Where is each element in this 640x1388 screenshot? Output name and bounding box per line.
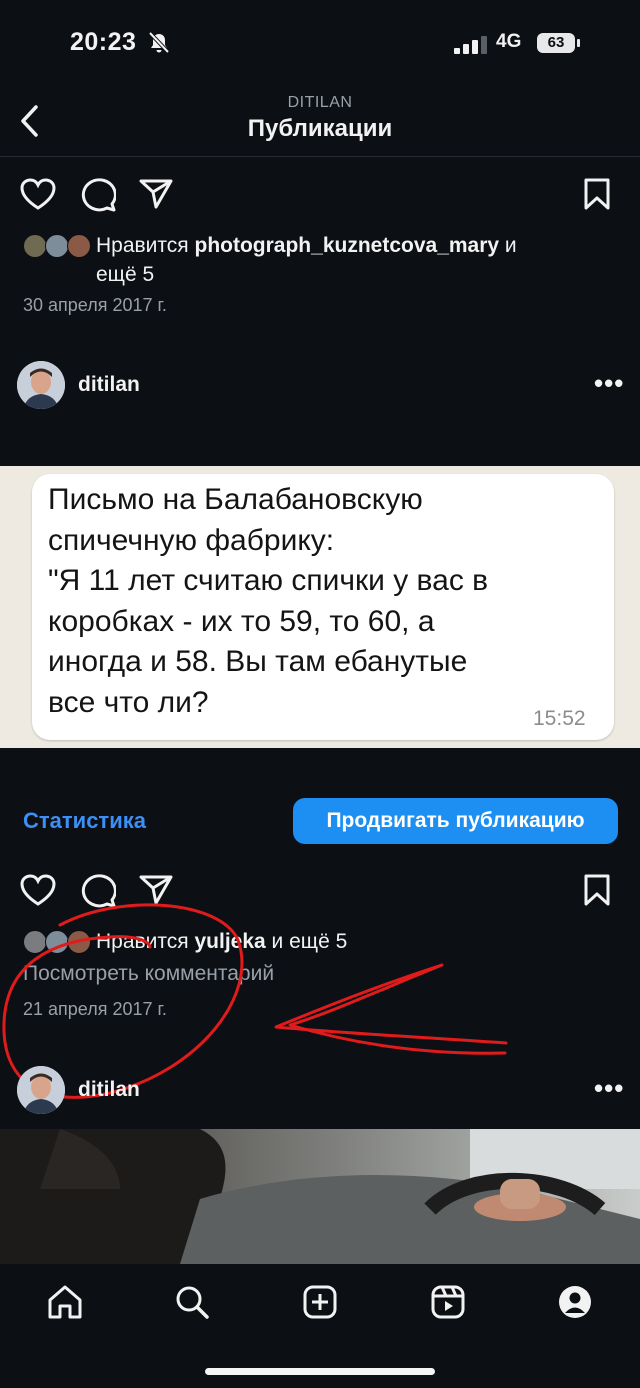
chat-message-time: 15:52 xyxy=(533,707,586,730)
red-annotation-circle-arrow xyxy=(2,903,508,1099)
status-time: 20:23 xyxy=(70,28,137,56)
signal-icon xyxy=(454,36,487,54)
post-image[interactable] xyxy=(0,1129,640,1264)
likes-prefix: Нравится xyxy=(96,234,195,257)
battery-tip xyxy=(577,39,580,47)
comment-icon[interactable] xyxy=(80,178,116,212)
post-username[interactable]: ditilan xyxy=(78,373,140,397)
promote-post-button[interactable]: Продвигать публикацию xyxy=(293,798,618,844)
avatar-photo xyxy=(17,1066,65,1114)
avatar-photo xyxy=(17,361,65,409)
header-divider xyxy=(0,156,640,157)
liker-avatar xyxy=(67,234,91,258)
likes-user-link[interactable]: photograph_kuznetcova_mary xyxy=(195,234,500,257)
chat-message-text: Письмо на Балабановскую спичечную фабрик… xyxy=(48,483,489,719)
statistics-link[interactable]: Статистика xyxy=(23,808,146,834)
battery-icon: 63 xyxy=(537,33,575,53)
avatar[interactable] xyxy=(17,361,65,409)
share-icon[interactable] xyxy=(138,178,174,210)
post-date: 30 апреля 2017 г. xyxy=(23,295,167,315)
network-type: 4G xyxy=(496,31,522,52)
avatar[interactable] xyxy=(17,1066,65,1114)
car-interior-photo xyxy=(0,1129,640,1264)
muted-bell-icon xyxy=(148,31,170,54)
more-options-icon[interactable]: ••• xyxy=(594,368,624,399)
profile-icon[interactable] xyxy=(557,1284,593,1320)
account-name: DITILAN xyxy=(287,94,353,111)
search-icon[interactable] xyxy=(174,1284,210,1320)
home-indicator xyxy=(205,1368,435,1375)
likes-suffix: и xyxy=(499,234,517,257)
page-title: Публикации xyxy=(247,115,393,142)
likes-more[interactable]: ещё 5 xyxy=(96,261,154,289)
liker-avatar xyxy=(45,234,69,258)
liker-avatar xyxy=(23,234,47,258)
more-options-icon[interactable]: ••• xyxy=(594,1073,624,1104)
bookmark-icon[interactable] xyxy=(583,177,611,211)
reels-icon[interactable] xyxy=(430,1284,466,1320)
liked-by-avatars xyxy=(23,234,95,258)
post-username[interactable]: ditilan xyxy=(78,1078,140,1102)
create-icon[interactable] xyxy=(302,1284,338,1320)
likes-summary[interactable]: Нравится photograph_kuznetcova_mary и xyxy=(96,232,616,260)
like-heart-icon[interactable] xyxy=(20,178,56,210)
home-icon[interactable] xyxy=(47,1284,83,1320)
